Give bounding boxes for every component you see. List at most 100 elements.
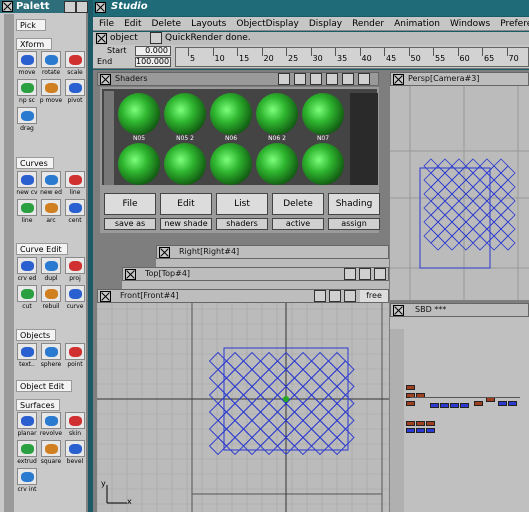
grid-icon[interactable] <box>329 290 341 302</box>
shader-list-button[interactable]: List <box>216 193 268 215</box>
shader-swatch[interactable] <box>164 143 206 185</box>
section-curve-edit[interactable]: Curve Edit <box>16 243 68 255</box>
tool-move[interactable]: move <box>16 51 37 77</box>
tool-line[interactable]: line <box>64 171 85 197</box>
section-curves[interactable]: Curves <box>16 157 54 169</box>
section-objects[interactable]: Objects <box>16 329 56 341</box>
palette-scrollbar[interactable] <box>4 14 14 512</box>
sbd-node[interactable] <box>426 428 435 433</box>
tool-cut[interactable]: cut <box>16 285 37 311</box>
tool-dupl[interactable]: dupl <box>40 257 61 283</box>
shader-active-button[interactable]: active <box>272 218 324 230</box>
shader-edit-button[interactable]: Edit <box>160 193 212 215</box>
maximize-icon[interactable] <box>358 73 370 85</box>
menu-windows[interactable]: Windows <box>450 19 490 29</box>
tool-square[interactable]: square <box>40 440 61 466</box>
sbd-node[interactable] <box>426 421 435 426</box>
tool-rotate[interactable]: rotate <box>40 51 61 77</box>
shader-swatch[interactable] <box>210 93 252 135</box>
menu-delete[interactable]: Delete <box>152 19 182 29</box>
sbd-viewport[interactable] <box>390 317 529 512</box>
shader-save-as-button[interactable]: save as <box>104 218 156 230</box>
tool-rebuil[interactable]: rebuil <box>40 285 61 311</box>
end-field[interactable]: 100.000 <box>135 57 171 67</box>
clock-icon[interactable] <box>294 73 306 85</box>
section-pick[interactable]: Pick <box>16 19 46 31</box>
shader-delete-button[interactable]: Delete <box>272 193 324 215</box>
tool-skin[interactable]: skin <box>64 412 85 438</box>
menu-edit[interactable]: Edit <box>124 19 141 29</box>
menu-preferen[interactable]: Preferen <box>500 19 529 29</box>
tool-crved[interactable]: crv ed <box>16 257 37 283</box>
shader-swatch[interactable] <box>256 93 298 135</box>
menu-animation[interactable]: Animation <box>394 19 440 29</box>
shader-new-shade-button[interactable]: new shade <box>160 218 212 230</box>
menu-layouts[interactable]: Layouts <box>191 19 226 29</box>
close-icon[interactable] <box>96 33 107 44</box>
menu-file[interactable]: File <box>99 19 114 29</box>
shader-swatch[interactable] <box>302 143 344 185</box>
refresh-icon[interactable] <box>150 32 162 44</box>
sbd-node[interactable] <box>498 401 507 406</box>
persp-viewport[interactable] <box>390 86 529 300</box>
sbd-node[interactable] <box>406 421 415 426</box>
section-xform[interactable]: Xform <box>16 38 52 50</box>
shader-swatch[interactable] <box>118 93 160 135</box>
sbd-node[interactable] <box>508 401 517 406</box>
front-mode[interactable]: free <box>360 290 388 302</box>
tool-scale[interactable]: scale <box>64 51 85 77</box>
close-icon[interactable] <box>100 291 111 302</box>
shader-shading-button[interactable]: Shading <box>328 193 380 215</box>
front-viewport[interactable]: y x <box>97 303 389 512</box>
shader-assign-button[interactable]: assign <box>328 218 380 230</box>
shader-swatch[interactable] <box>118 143 160 185</box>
menu-objectdisplay[interactable]: ObjectDisplay <box>236 19 299 29</box>
timeline-ruler[interactable]: 5 10 15 20 25 30 35 40 45 50 55 60 65 70 <box>175 47 529 67</box>
shader-swatch[interactable] <box>210 143 252 185</box>
section-surfaces[interactable]: Surfaces <box>16 399 60 411</box>
close-icon[interactable] <box>393 74 404 85</box>
sbd-node[interactable] <box>416 428 425 433</box>
tool-drag[interactable]: drag <box>16 107 37 133</box>
grid-icon[interactable] <box>326 73 338 85</box>
shader-swatch[interactable] <box>164 93 206 135</box>
sbd-scrollbar[interactable] <box>390 329 404 512</box>
tool-revolve[interactable]: revolve <box>40 412 62 438</box>
sbd-node[interactable] <box>450 403 459 408</box>
tool-sphere[interactable]: sphere <box>40 343 61 369</box>
tool-arc[interactable]: arc <box>40 199 61 225</box>
tool-text[interactable]: text.. <box>16 343 37 369</box>
close-icon[interactable] <box>159 247 170 258</box>
tool-proj[interactable]: proj <box>64 257 85 283</box>
tool-planar[interactable]: planar <box>16 412 37 438</box>
sbd-node[interactable] <box>460 403 469 408</box>
maximize-icon[interactable] <box>374 268 386 280</box>
tool-pivot[interactable]: pivot <box>64 79 85 105</box>
maximize-icon[interactable] <box>76 1 88 13</box>
minimize-icon[interactable] <box>64 1 76 13</box>
right-viewport[interactable] <box>156 259 389 267</box>
start-field[interactable]: 0.000 <box>135 46 171 56</box>
tool-curve[interactable]: curve <box>64 285 85 311</box>
shader-swatch[interactable] <box>256 143 298 185</box>
tool-pmove[interactable]: p move <box>40 79 62 105</box>
tool-bevel[interactable]: bevel <box>64 440 85 466</box>
section-object-edit[interactable]: Object Edit <box>16 380 72 392</box>
sbd-node[interactable] <box>416 421 425 426</box>
sbd-node[interactable] <box>430 403 439 408</box>
tool-extrud[interactable]: extrud <box>16 440 37 466</box>
sbd-node[interactable] <box>406 428 415 433</box>
shader-swatch[interactable] <box>302 93 344 135</box>
render-icon[interactable] <box>278 73 290 85</box>
zoom-icon[interactable] <box>314 290 326 302</box>
shader-shaders-button[interactable]: shaders <box>216 218 268 230</box>
menu-display[interactable]: Display <box>309 19 342 29</box>
sbd-node[interactable] <box>406 385 415 390</box>
close-icon[interactable] <box>95 2 106 13</box>
zoom-icon[interactable] <box>344 268 356 280</box>
grid-icon[interactable] <box>359 268 371 280</box>
tool-cent[interactable]: cent <box>64 199 85 225</box>
camera-icon[interactable] <box>310 73 322 85</box>
tool-newed[interactable]: new ed <box>40 171 62 197</box>
menu-render[interactable]: Render <box>352 19 384 29</box>
